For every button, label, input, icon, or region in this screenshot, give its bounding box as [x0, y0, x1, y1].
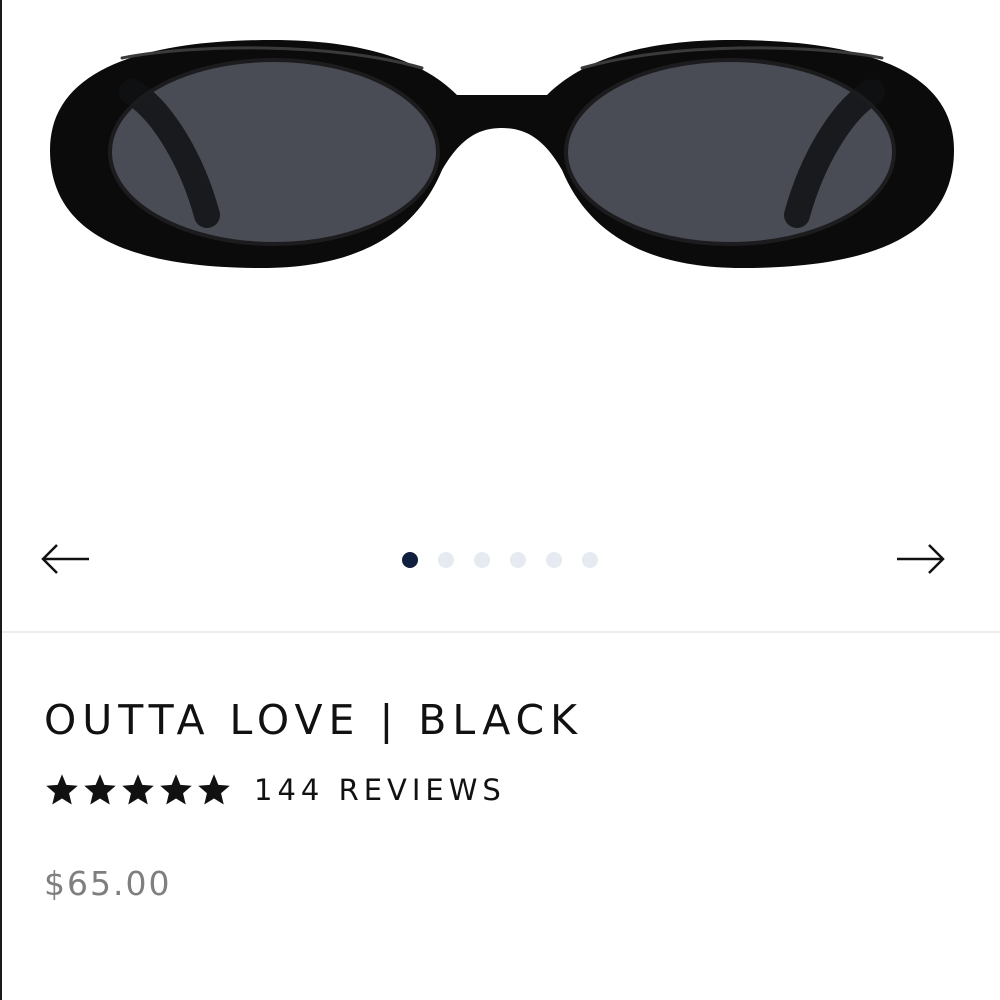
- arrow-left-icon: [41, 544, 89, 574]
- arrow-right-icon: [897, 544, 945, 574]
- rating-row: 144 REVIEWS: [44, 768, 506, 812]
- sunglasses-image: [50, 40, 954, 268]
- carousel-dot-3[interactable]: [474, 552, 490, 568]
- star-icon: [84, 774, 116, 805]
- previous-image-button[interactable]: [36, 534, 96, 584]
- next-image-button[interactable]: [890, 534, 950, 584]
- section-divider: [2, 631, 1000, 633]
- sunglasses-lenses: [108, 58, 896, 246]
- product-price: $65.00: [44, 864, 172, 903]
- image-carousel-controls: [2, 520, 1000, 600]
- product-title: OUTTA LOVE | BLACK: [44, 696, 584, 744]
- carousel-dot-1[interactable]: [402, 552, 418, 568]
- carousel-dots: [402, 552, 598, 568]
- star-icon: [46, 774, 78, 805]
- product-image[interactable]: [2, 0, 1000, 520]
- star-icon: [160, 774, 192, 805]
- star-icon: [198, 774, 230, 805]
- carousel-dot-5[interactable]: [546, 552, 562, 568]
- reviews-count-link[interactable]: 144 REVIEWS: [254, 773, 506, 807]
- carousel-dot-2[interactable]: [438, 552, 454, 568]
- star-rating: [44, 772, 232, 808]
- carousel-dot-4[interactable]: [510, 552, 526, 568]
- star-icon: [122, 774, 154, 805]
- carousel-dot-6[interactable]: [582, 552, 598, 568]
